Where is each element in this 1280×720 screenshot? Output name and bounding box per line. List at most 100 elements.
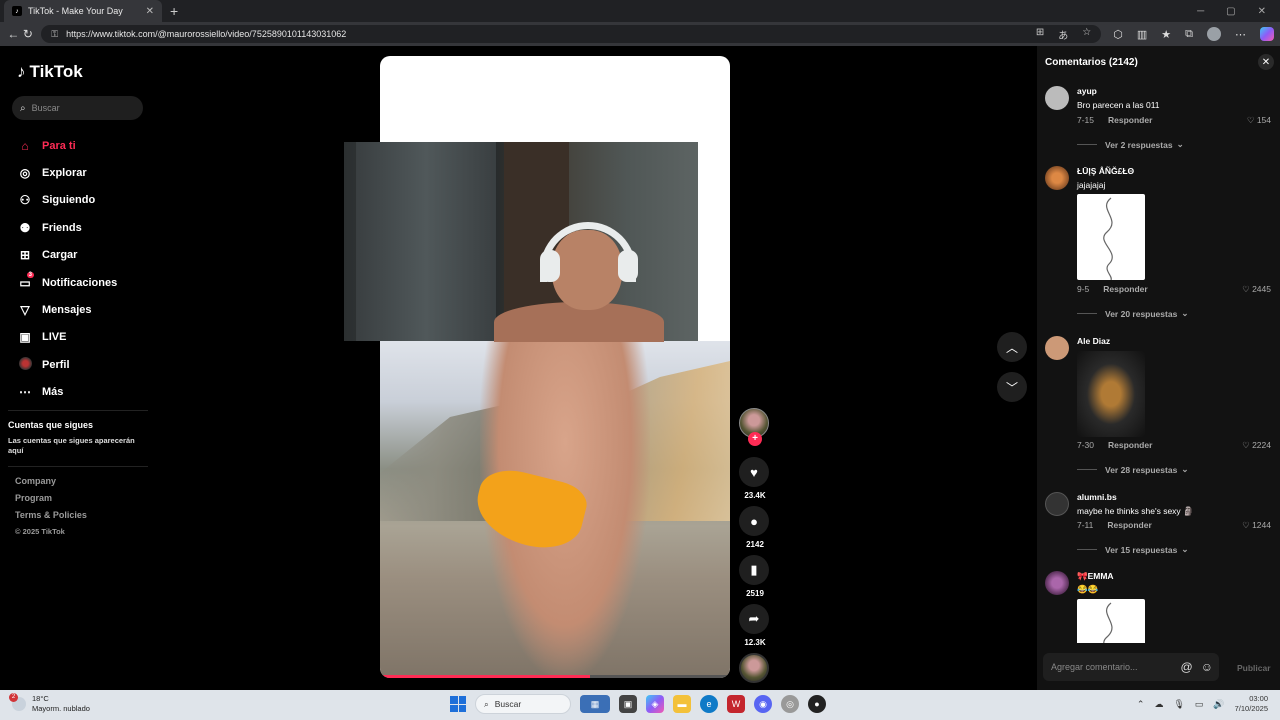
translate-icon[interactable]: あ xyxy=(1058,27,1068,42)
comment-user[interactable]: alumni.bs xyxy=(1077,492,1117,502)
save-button[interactable]: ▮ xyxy=(739,555,769,585)
chevron-down-icon: ⌄ xyxy=(1181,464,1189,474)
sidebar-item-para-ti[interactable]: ⌂ Para ti xyxy=(16,132,117,159)
view-replies-button[interactable]: Ver 28 respuestas ⌄ xyxy=(1077,464,1188,475)
creator-avatar[interactable]: + xyxy=(739,408,769,446)
url-field[interactable]: ⚿ https://www.tiktok.com/@maurorossiello… xyxy=(41,25,1102,43)
music-disc-avatar[interactable] xyxy=(739,653,769,683)
discord-icon[interactable]: ◉ xyxy=(754,695,772,713)
emoji-icon[interactable]: ☺ xyxy=(1201,660,1213,674)
comment-likes[interactable]: ♡ 2445 xyxy=(1242,284,1271,295)
sidebar-item-live[interactable]: ▣ LIVE xyxy=(16,324,117,351)
commenter-avatar[interactable] xyxy=(1045,86,1069,110)
share-button[interactable]: ➦ xyxy=(739,604,769,634)
comment-sticker-image[interactable] xyxy=(1077,194,1145,281)
copilot-app-icon[interactable]: ◈ xyxy=(646,695,664,713)
volume-icon[interactable]: 🔊 xyxy=(1213,699,1224,710)
reply-button[interactable]: Responder xyxy=(1103,284,1147,294)
tiktok-logo[interactable]: ♪ TikTok xyxy=(17,62,83,82)
site-info-icon[interactable]: ⚿ xyxy=(51,29,58,40)
display-icon[interactable]: ▭ xyxy=(1195,699,1204,710)
search-input[interactable]: ⌕ Buscar xyxy=(12,96,143,120)
clock[interactable]: 03:00 7/10/2025 xyxy=(1235,694,1268,714)
chevron-down-icon: ⌄ xyxy=(1181,544,1189,554)
weather-widget[interactable]: 2 18°C Mayorm. nublado xyxy=(9,693,90,714)
maximize-icon[interactable]: ▢ xyxy=(1226,6,1235,17)
app-icon[interactable]: ◎ xyxy=(781,695,799,713)
close-window-icon[interactable]: ✕ xyxy=(1258,6,1266,17)
comment-input[interactable]: Agregar comentario... @ ☺ xyxy=(1043,653,1219,681)
microphone-icon[interactable]: 🎙 xyxy=(1173,699,1184,710)
comment-user[interactable]: ayup xyxy=(1077,86,1097,96)
program-link[interactable]: Program xyxy=(15,493,87,510)
comment-likes[interactable]: ♡ 2224 xyxy=(1242,440,1271,451)
like-button[interactable]: ♥ xyxy=(739,457,769,487)
comment-user[interactable]: ŁŪĮŞ ÅÑĞ£ŁΘ xyxy=(1077,166,1134,176)
reply-button[interactable]: Responder xyxy=(1107,520,1151,530)
footer-links: Company Program Terms & Policies © 2025 … xyxy=(15,476,87,544)
minimize-icon[interactable]: ─ xyxy=(1197,6,1204,17)
task-view-icon[interactable]: ▣ xyxy=(619,695,637,713)
close-comments-button[interactable]: ✕ xyxy=(1258,54,1274,70)
view-replies-button[interactable]: Ver 20 respuestas ⌄ xyxy=(1077,308,1188,319)
reply-button[interactable]: Responder xyxy=(1108,440,1152,450)
commenter-avatar[interactable] xyxy=(1045,492,1069,516)
split-screen-icon[interactable]: ▥ xyxy=(1137,28,1147,41)
close-tab-icon[interactable]: ✕ xyxy=(146,6,154,17)
file-explorer-icon[interactable]: ▬ xyxy=(673,695,691,713)
window-controls: ─ ▢ ✕ xyxy=(1197,6,1280,17)
comment-user[interactable]: 🎀EMMA xyxy=(1077,571,1114,582)
sidebar-item-friends[interactable]: ⚉ Friends xyxy=(16,214,117,241)
commenter-avatar[interactable] xyxy=(1045,166,1069,190)
favorite-star-icon[interactable]: ☆ xyxy=(1082,27,1091,42)
sidebar-item-cargar[interactable]: ⊞ Cargar xyxy=(16,242,117,269)
previous-video-button[interactable]: ︿ xyxy=(997,332,1027,362)
comment-text: Bro parecen a las 011 xyxy=(1077,100,1160,110)
sidebar-item-explorar[interactable]: ◎ Explorar xyxy=(16,159,117,186)
mention-icon[interactable]: @ xyxy=(1181,660,1193,674)
comment-user[interactable]: Ale Diaz xyxy=(1077,336,1110,346)
company-link[interactable]: Company xyxy=(15,476,87,493)
commenter-avatar[interactable] xyxy=(1045,336,1069,360)
tray-expand-icon[interactable]: ⌃ xyxy=(1137,699,1145,710)
sidebar-nav: ⌂ Para ti ◎ Explorar ⚇ Siguiendo ⚉ Frien… xyxy=(16,132,117,406)
terms-link[interactable]: Terms & Policies xyxy=(15,510,87,527)
comment-button[interactable]: ● xyxy=(739,506,769,536)
taskbar-search[interactable]: ⌕ Buscar xyxy=(475,694,571,714)
view-replies-button[interactable]: Ver 2 respuestas ⌄ xyxy=(1077,139,1184,150)
extensions-icon[interactable]: ⬡ xyxy=(1113,28,1123,41)
publish-button[interactable]: Publicar xyxy=(1237,663,1271,673)
new-tab-button[interactable]: + xyxy=(170,3,178,19)
comment-likes[interactable]: ♡ 154 xyxy=(1247,115,1271,126)
sidebar-item-notificaciones[interactable]: ▭ 3 Notificaciones xyxy=(16,269,117,296)
menu-dots-icon[interactable]: ⋯ xyxy=(1235,28,1246,41)
sidebar-item-mas[interactable]: ⋯ Más xyxy=(16,379,117,406)
back-icon[interactable]: ← xyxy=(6,27,21,41)
video-progress-bar[interactable] xyxy=(380,675,730,678)
favorites-icon[interactable]: ★ xyxy=(1161,28,1171,41)
collections-icon[interactable]: ⧉ xyxy=(1185,28,1193,41)
sidebar-item-mensajes[interactable]: ▽ Mensajes xyxy=(16,296,117,323)
sidebar-item-perfil[interactable]: Perfil xyxy=(16,351,117,378)
comment-sticker-image[interactable] xyxy=(1077,599,1145,643)
copilot-icon[interactable] xyxy=(1260,27,1274,41)
next-video-button[interactable]: ﹀ xyxy=(997,372,1027,402)
office-app-icon[interactable]: W xyxy=(727,695,745,713)
follow-plus-icon[interactable]: + xyxy=(748,432,762,446)
commenter-avatar[interactable] xyxy=(1045,571,1069,595)
comment-likes[interactable]: ♡ 1244 xyxy=(1242,520,1271,531)
widget-app-icon[interactable]: ▦ xyxy=(580,695,610,713)
reload-icon[interactable]: ↻ xyxy=(21,27,36,41)
browser-tab[interactable]: ♪ TikTok - Make Your Day ✕ xyxy=(4,0,162,22)
reply-button[interactable]: Responder xyxy=(1108,115,1152,125)
edge-browser-icon[interactable]: e xyxy=(700,695,718,713)
apps-icon[interactable]: ⊞ xyxy=(1036,27,1044,42)
profile-avatar-icon[interactable] xyxy=(1207,27,1221,41)
sidebar-item-label: Mensajes xyxy=(42,304,92,317)
sidebar-item-siguiendo[interactable]: ⚇ Siguiendo xyxy=(16,187,117,214)
recording-app-icon[interactable]: ● xyxy=(808,695,826,713)
start-button[interactable] xyxy=(450,696,466,712)
comment-sticker-image[interactable] xyxy=(1077,351,1145,437)
cloud-sync-icon[interactable]: ☁ xyxy=(1154,699,1163,710)
view-replies-button[interactable]: Ver 15 respuestas ⌄ xyxy=(1077,544,1188,555)
